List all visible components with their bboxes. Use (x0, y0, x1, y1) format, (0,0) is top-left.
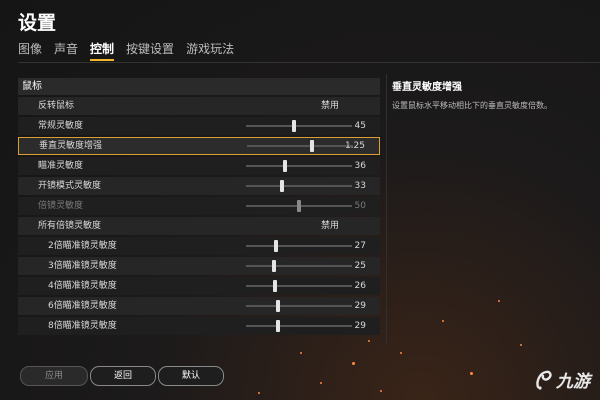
slider-knob[interactable] (279, 180, 284, 192)
setting-value: 25 (354, 261, 366, 271)
slider-knob[interactable] (297, 200, 301, 212)
setting-label: 所有倍镜灵敏度 (38, 221, 102, 231)
setting-value: 1.25 (344, 141, 365, 151)
tab-0[interactable]: 图像 (18, 40, 42, 57)
tab-3[interactable]: 按键设置 (126, 40, 174, 57)
info-title: 垂直灵敏度增强 (392, 82, 462, 93)
setting-slider[interactable] (246, 300, 352, 312)
info-divider (386, 74, 387, 344)
back-button[interactable]: 返回 (90, 366, 156, 386)
page-title: 设置 (18, 12, 57, 34)
setting-slider[interactable] (246, 240, 352, 252)
slider-knob[interactable] (271, 260, 276, 272)
slider-knob[interactable] (291, 120, 296, 132)
apply-button[interactable]: 应用 (20, 366, 88, 386)
slider-knob[interactable] (275, 300, 280, 312)
setting-label: 4倍瞄准镜灵敏度 (48, 281, 117, 291)
setting-label: 6倍瞄准镜灵敏度 (48, 301, 117, 311)
setting-row[interactable]: 垂直灵敏度增强 1.25 (18, 137, 380, 155)
setting-slider[interactable] (246, 280, 352, 292)
default-button[interactable]: 默认 (158, 366, 224, 386)
slider-knob[interactable] (275, 320, 280, 332)
logo-text: 九游 (556, 372, 590, 392)
setting-slider[interactable] (247, 140, 353, 152)
setting-row[interactable]: 反转鼠标 禁用 (18, 97, 380, 115)
settings-list[interactable]: 鼠标 反转鼠标 禁用 常规灵敏度 45 垂直灵敏度增强 1.25 瞄准灵敏度 36 开镜模式灵敏… (18, 78, 380, 342)
slider-knob[interactable] (272, 280, 277, 292)
setting-row[interactable]: 6倍瞄准镜灵敏度 29 (18, 297, 380, 315)
setting-label: 开镜模式灵敏度 (38, 181, 102, 191)
setting-row[interactable]: 2倍瞄准镜灵敏度 27 (18, 237, 380, 255)
setting-label: 倍镜灵敏度 (38, 201, 84, 211)
slider-knob[interactable] (273, 240, 278, 252)
setting-value: 29 (354, 301, 366, 311)
setting-value: 45 (354, 121, 366, 131)
setting-value: 36 (354, 161, 366, 171)
slider-knob[interactable] (282, 160, 287, 172)
setting-slider[interactable] (246, 320, 352, 332)
jiuyou-logo-icon (536, 370, 552, 390)
setting-row[interactable]: 3倍瞄准镜灵敏度 25 (18, 257, 380, 275)
setting-slider[interactable] (246, 120, 352, 132)
setting-row[interactable]: 瞄准灵敏度 36 (18, 157, 380, 175)
setting-label: 2倍瞄准镜灵敏度 (48, 241, 117, 251)
setting-value: 29 (354, 321, 366, 331)
setting-row[interactable]: 所有倍镜灵敏度 禁用 (18, 217, 380, 235)
setting-label: 常规灵敏度 (38, 121, 84, 131)
setting-row[interactable]: 8倍瞄准镜灵敏度 29 (18, 317, 380, 335)
setting-label: 垂直灵敏度增强 (39, 141, 103, 151)
tabs-divider (18, 62, 600, 63)
setting-value: 33 (354, 181, 366, 191)
setting-value: 26 (354, 281, 366, 291)
setting-row[interactable]: 常规灵敏度 45 (18, 117, 380, 135)
setting-row[interactable]: 4倍瞄准镜灵敏度 26 (18, 277, 380, 295)
setting-slider[interactable] (246, 260, 352, 272)
settings-tabs: 图像 声音 控制 按键设置 游戏玩法 (18, 40, 234, 61)
setting-row[interactable]: 倍镜灵敏度 50 (18, 197, 380, 215)
setting-slider[interactable] (246, 200, 352, 212)
info-description: 设置鼠标水平移动相比下的垂直灵敏度倍数。 (392, 101, 552, 110)
slider-knob[interactable] (310, 140, 315, 152)
setting-label: 8倍瞄准镜灵敏度 (48, 321, 117, 331)
setting-label: 3倍瞄准镜灵敏度 (48, 261, 117, 271)
tab-2[interactable]: 控制 (90, 40, 115, 61)
setting-toggle[interactable]: 禁用 (310, 97, 350, 115)
setting-toggle[interactable]: 禁用 (310, 217, 350, 235)
setting-value: 27 (354, 241, 366, 251)
setting-slider[interactable] (246, 160, 352, 172)
setting-row[interactable]: 开镜模式灵敏度 33 (18, 177, 380, 195)
setting-label: 反转鼠标 (38, 101, 75, 111)
tab-4[interactable]: 游戏玩法 (186, 40, 234, 57)
setting-value: 50 (354, 201, 366, 211)
setting-slider[interactable] (246, 180, 352, 192)
setting-label: 瞄准灵敏度 (38, 161, 84, 171)
tab-1[interactable]: 声音 (54, 40, 78, 57)
jiuyou-logo: 九游 (534, 367, 590, 392)
section-header-mouse: 鼠标 (18, 78, 380, 95)
